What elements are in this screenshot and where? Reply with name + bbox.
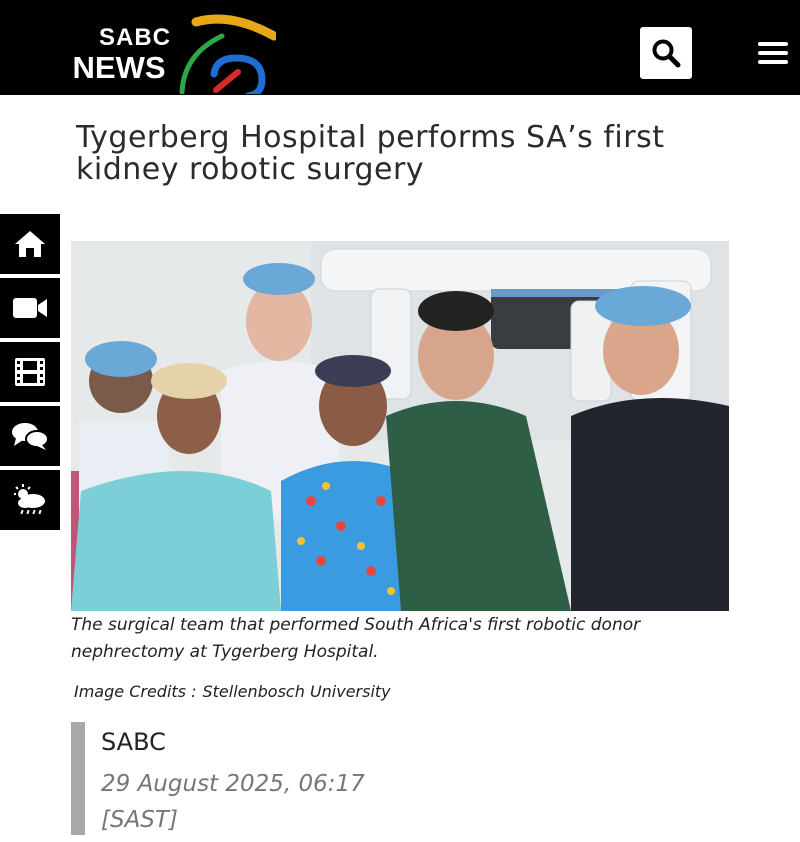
search-icon [652,39,681,68]
rail-film-button[interactable] [0,342,60,402]
rail-video-button[interactable] [0,278,60,338]
logo-text-news: NEWS [72,50,166,85]
image-credits: Image Credits : Stellenbosch University [74,682,391,701]
image-credits-value: Stellenbosch University [202,682,391,701]
author-name[interactable]: SABC [101,728,166,756]
hamburger-menu-icon[interactable] [755,38,791,68]
side-rail [0,214,60,534]
logo-text-sabc: SABC [99,24,172,51]
image-caption: The surgical team that performed South A… [71,615,641,662]
logo-swoosh-icon [179,14,276,94]
site-header: SABC NEWS [0,0,800,95]
weather-icon [14,484,45,515]
search-button[interactable] [640,27,692,79]
chat-bubbles-icon [12,423,49,450]
article-title: Tygerberg Hospital performs SA’s first k… [76,120,665,187]
article-hero-image [71,241,729,611]
publish-date-value: 29 August 2025, 06:17 [101,771,365,797]
publish-timezone: [SAST] [101,807,178,833]
film-icon [15,358,45,386]
video-camera-icon [13,298,47,318]
home-icon [15,231,45,257]
article-byline: SABC 29 August 2025, 06:17 [SAST] [71,722,485,835]
sabc-news-logo[interactable]: SABC NEWS [64,14,284,94]
rail-weather-button[interactable] [0,470,60,530]
image-credits-label: Image Credits : [74,682,197,701]
rail-chat-button[interactable] [0,406,60,466]
publish-date: 29 August 2025, 06:17 [SAST] [101,766,401,838]
rail-home-button[interactable] [0,214,60,274]
